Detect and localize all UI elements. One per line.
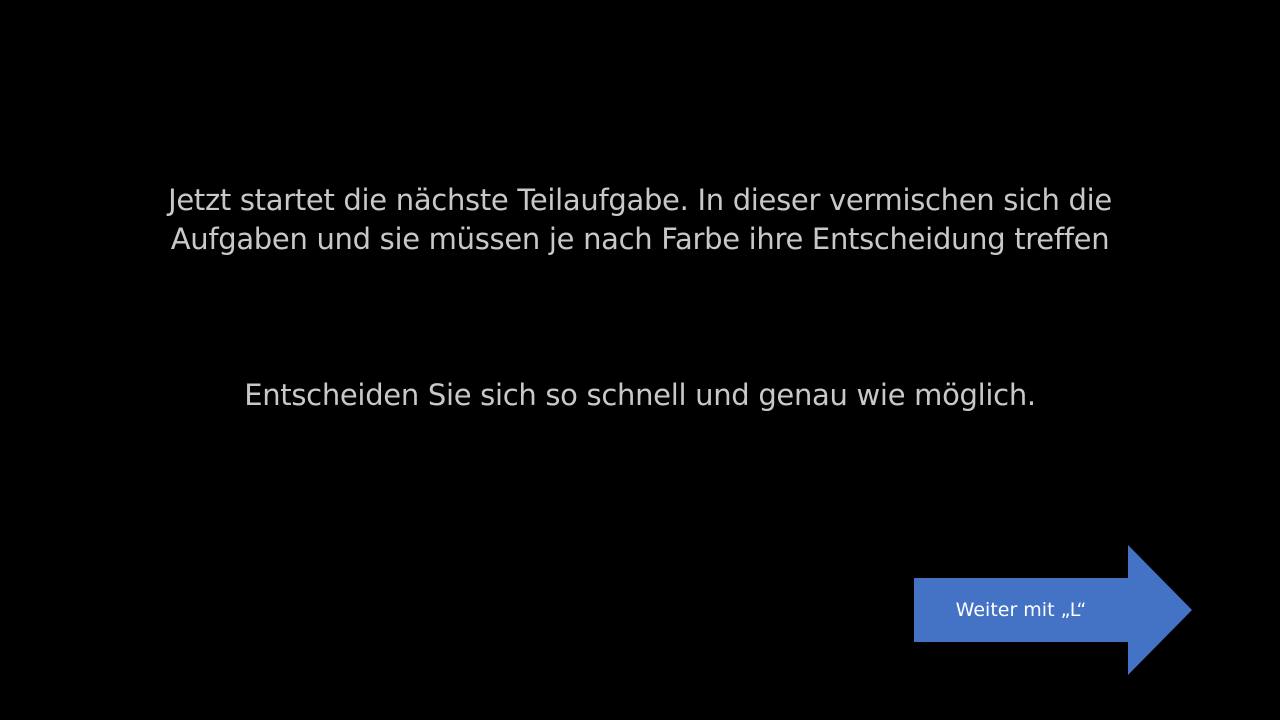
intro-text-line-2: Aufgaben und sie müssen je nach Farbe ih… (170, 222, 1110, 256)
intro-text-line-1: Jetzt startet die nächste Teilaufgabe. I… (168, 183, 1112, 217)
next-button-label: Weiter mit „L“ (955, 599, 1087, 621)
instruction-text: Entscheiden Sie sich so schnell und gena… (244, 378, 1036, 412)
next-arrow-button[interactable]: Weiter mit „L“ (914, 545, 1192, 675)
